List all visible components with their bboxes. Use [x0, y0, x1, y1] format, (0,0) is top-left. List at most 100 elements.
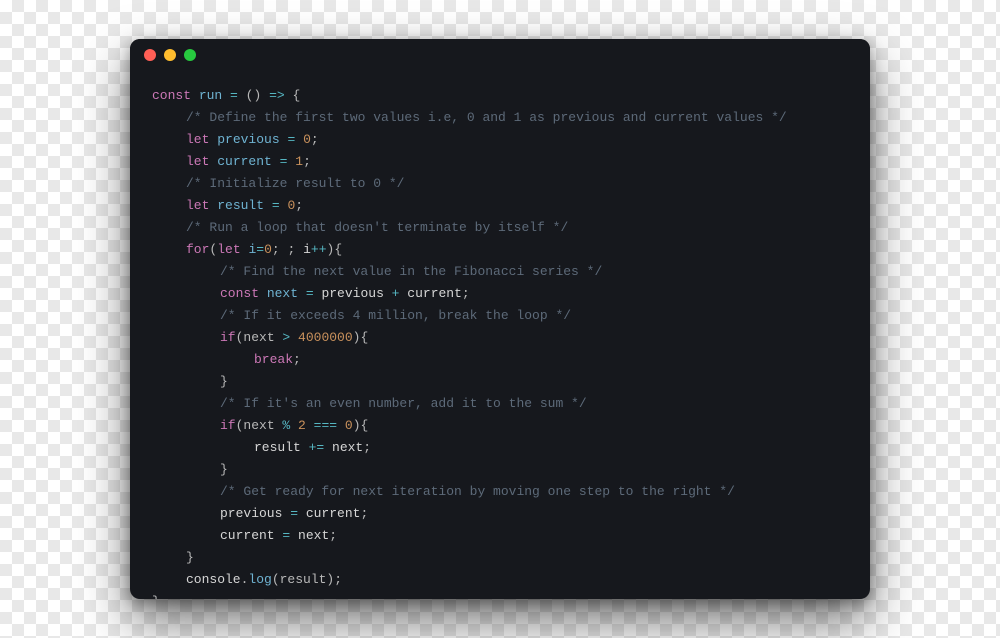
code-token: ;: [303, 154, 311, 169]
code-line: let result = 0;: [152, 195, 848, 217]
code-token: (next: [236, 418, 283, 433]
code-token: [295, 132, 303, 147]
code-token: next: [324, 440, 363, 455]
code-token: for: [186, 242, 209, 257]
minimize-icon[interactable]: [164, 49, 176, 61]
code-line: /* Define the first two values i.e, 0 an…: [152, 107, 848, 129]
code-line: }: [152, 547, 848, 569]
code-token: 0: [264, 242, 272, 257]
code-token: current: [217, 154, 272, 169]
code-line: if(next % 2 === 0){: [152, 415, 848, 437]
code-token: =: [290, 506, 298, 521]
code-token: /* Run a loop that doesn't terminate by …: [186, 220, 568, 235]
code-editor[interactable]: const run = () => { /* Define the first t…: [130, 71, 870, 599]
code-line: }: [152, 371, 848, 393]
code-token: +=: [309, 440, 325, 455]
code-token: ;: [462, 286, 470, 301]
code-token: /* Find the next value in the Fibonacci …: [220, 264, 602, 279]
code-token: (next: [236, 330, 283, 345]
code-token: /* Initialize result to 0 */: [186, 176, 404, 191]
code-token: [290, 418, 298, 433]
code-token: [272, 154, 280, 169]
code-line: console.log(result);: [152, 569, 848, 591]
code-token: }: [186, 550, 194, 565]
code-token: const: [220, 286, 267, 301]
code-token: current: [399, 286, 461, 301]
code-token: [264, 198, 272, 213]
code-line: const run = () => {: [152, 85, 848, 107]
code-token: [306, 418, 314, 433]
code-line: /* Run a loop that doesn't terminate by …: [152, 217, 848, 239]
code-line: if(next > 4000000){: [152, 327, 848, 349]
code-line: }: [152, 459, 848, 481]
code-token: 4000000: [298, 330, 353, 345]
code-token: ;: [329, 528, 337, 543]
code-token: =: [256, 242, 264, 257]
code-token: next: [267, 286, 298, 301]
code-token: break: [254, 352, 293, 367]
code-token: (): [238, 88, 269, 103]
code-token: ;: [363, 440, 371, 455]
code-token: log: [248, 572, 271, 587]
code-token: let: [186, 132, 217, 147]
code-token: =: [230, 88, 238, 103]
code-line: for(let i=0; ; i++){: [152, 239, 848, 261]
code-token: /* Get ready for next iteration by movin…: [220, 484, 735, 499]
code-token: if: [220, 330, 236, 345]
code-token: }: [220, 374, 228, 389]
code-token: ;: [293, 352, 301, 367]
code-token: result: [254, 440, 309, 455]
code-token: ; ;: [272, 242, 303, 257]
code-token: ;: [295, 198, 303, 213]
code-line: previous = current;: [152, 503, 848, 525]
code-line: break;: [152, 349, 848, 371]
code-line: current = next;: [152, 525, 848, 547]
code-token: ){: [327, 242, 343, 257]
code-token: current: [298, 506, 360, 521]
code-token: ;: [360, 506, 368, 521]
close-icon[interactable]: [144, 49, 156, 61]
code-token: ){: [353, 330, 369, 345]
code-token: 1: [295, 154, 303, 169]
code-line: let previous = 0;: [152, 129, 848, 151]
code-token: ++: [311, 242, 327, 257]
code-line: /* Find the next value in the Fibonacci …: [152, 261, 848, 283]
code-token: const: [152, 88, 199, 103]
code-line: result += next;: [152, 437, 848, 459]
code-token: [337, 418, 345, 433]
code-line: /* Get ready for next iteration by movin…: [152, 481, 848, 503]
editor-window: const run = () => { /* Define the first t…: [130, 39, 870, 599]
code-token: previous: [217, 132, 279, 147]
code-token: 2: [298, 418, 306, 433]
window-titlebar: [130, 39, 870, 71]
code-token: ;: [311, 132, 319, 147]
code-token: ){: [353, 418, 369, 433]
code-token: }: [152, 594, 160, 599]
code-token: =: [272, 198, 280, 213]
zoom-icon[interactable]: [184, 49, 196, 61]
code-line: /* If it's an even number, add it to the…: [152, 393, 848, 415]
code-token: ===: [314, 418, 337, 433]
code-token: ;: [334, 572, 342, 587]
code-token: next: [290, 528, 329, 543]
code-token: i: [303, 242, 311, 257]
code-token: let: [186, 154, 217, 169]
code-line: let current = 1;: [152, 151, 848, 173]
code-line: const next = previous + current;: [152, 283, 848, 305]
code-token: {: [285, 88, 301, 103]
code-line: }: [152, 591, 848, 599]
code-line: /* Initialize result to 0 */: [152, 173, 848, 195]
code-token: 0: [303, 132, 311, 147]
code-line: /* If it exceeds 4 million, break the lo…: [152, 305, 848, 327]
code-token: (result): [272, 572, 334, 587]
code-token: [222, 88, 230, 103]
code-token: previous: [314, 286, 392, 301]
code-token: let: [186, 198, 217, 213]
code-token: /* If it's an even number, add it to the…: [220, 396, 587, 411]
code-token: if: [220, 418, 236, 433]
code-token: =>: [269, 88, 285, 103]
code-token: }: [220, 462, 228, 477]
code-token: =: [306, 286, 314, 301]
code-token: /* Define the first two values i.e, 0 an…: [186, 110, 787, 125]
code-token: current: [220, 528, 282, 543]
